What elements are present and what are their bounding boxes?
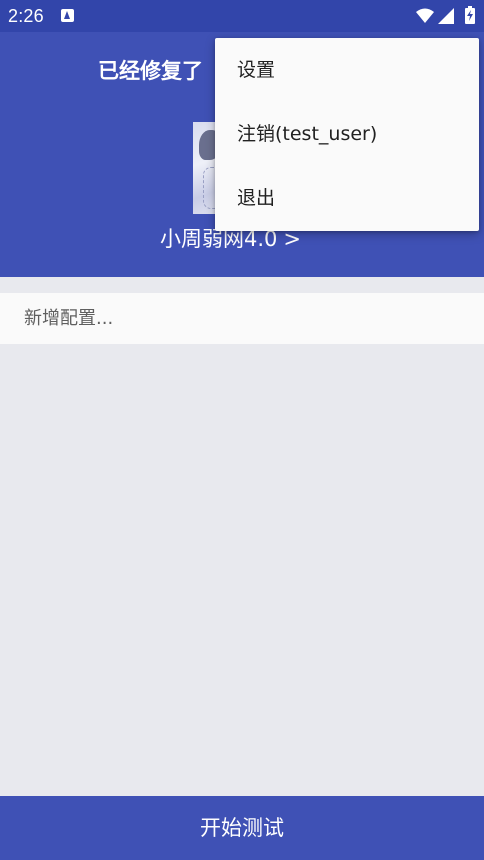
battery-charging-icon — [465, 6, 475, 24]
menu-item-label: 注销(test_user) — [237, 123, 378, 145]
add-config-button[interactable]: 新增配置... — [0, 293, 484, 344]
menu-item-exit[interactable]: 退出 — [215, 166, 479, 230]
menu-item-label: 退出 — [237, 187, 276, 209]
add-config-label: 新增配置... — [24, 308, 114, 329]
menu-item-settings[interactable]: 设置 — [215, 38, 479, 102]
menu-item-logout[interactable]: 注销(test_user) — [215, 102, 479, 166]
overflow-menu: 设置 注销(test_user) 退出 — [215, 38, 479, 231]
status-bar: 2:26 — [0, 0, 484, 32]
wifi-icon — [416, 8, 434, 23]
header-title: 已经修复了 — [98, 59, 203, 83]
notification-a-icon — [61, 9, 74, 22]
status-time: 2:26 — [8, 6, 44, 26]
start-test-button[interactable]: 开始测试 — [0, 796, 484, 860]
signal-icon — [438, 8, 454, 24]
menu-item-label: 设置 — [237, 59, 276, 81]
